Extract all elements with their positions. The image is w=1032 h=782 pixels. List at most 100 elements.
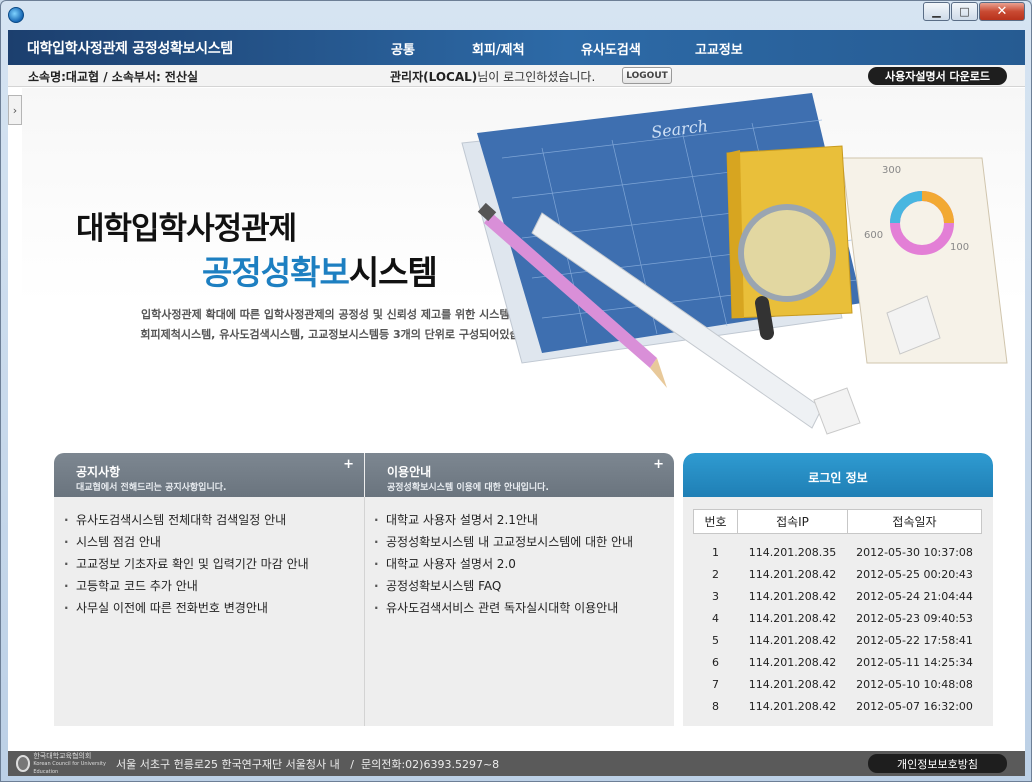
login-message-text: 님이 로그인하셨습니다. bbox=[477, 70, 596, 84]
hero-banner: 대학입학사정관제 공정성확보시스템 입학사정관제 확대에 따른 입학사정관제의 … bbox=[22, 88, 1025, 448]
kcue-logo: 한국대학교육협의회 Korean Council for University E… bbox=[16, 751, 112, 775]
manual-download-button[interactable]: 사용자설명서 다운로드 bbox=[868, 67, 1007, 85]
table-row: 3 114.201.208.42 2012-05-24 21:04:44 bbox=[694, 586, 982, 608]
address-text: 서울 서초구 헌릉로25 한국연구재단 서울청사 내 bbox=[116, 758, 340, 771]
department-info: 소속명:대교협 / 소속부서: 전산실 bbox=[28, 70, 199, 84]
browser-window: ▁ □ ✕ 대학입학사정관제 공정성확보시스템 공통 회피/제척 유사도검색 고… bbox=[0, 0, 1032, 782]
cell-date: 2012-05-30 10:37:08 bbox=[856, 546, 973, 559]
cell-no: 7 bbox=[712, 678, 719, 691]
kcue-seal-icon bbox=[16, 755, 31, 772]
hero-illustration: Search 300 600 100 bbox=[461, 93, 1008, 435]
notice-title[interactable]: 공지사항 bbox=[76, 463, 120, 480]
footer-address: 서울 서초구 헌릉로25 한국연구재단 서울청사 내 / 문의전화:02)639… bbox=[116, 756, 499, 772]
notice-item[interactable]: 고교정보 기초자료 확인 및 입력기간 마감 안내 bbox=[64, 553, 309, 575]
table-row: 2 114.201.208.42 2012-05-25 00:20:43 bbox=[694, 564, 982, 586]
close-button[interactable]: ✕ bbox=[979, 2, 1025, 21]
cell-date: 2012-05-24 21:04:44 bbox=[856, 590, 973, 603]
guide-list: 대학교 사용자 설명서 2.1안내 공정성확보시스템 내 고교정보시스템에 대한… bbox=[374, 509, 633, 619]
table-header-row: 번호 접속IP 접속일자 bbox=[693, 509, 982, 534]
guide-item[interactable]: 공정성확보시스템 FAQ bbox=[374, 575, 633, 597]
window-titlebar: ▁ □ ✕ bbox=[1, 1, 1031, 29]
cell-no: 2 bbox=[712, 568, 719, 581]
col-date: 접속일자 bbox=[847, 509, 982, 534]
hero-title-accent: 공정성확보 bbox=[202, 253, 350, 292]
minimize-button[interactable]: ▁ bbox=[923, 2, 950, 21]
logout-button[interactable]: LOGOUT bbox=[622, 67, 672, 84]
login-info-title: 로그인 정보 bbox=[808, 471, 868, 485]
chart-label-600: 600 bbox=[864, 230, 883, 241]
user-info-bar: 소속명:대교협 / 소속부서: 전산실 관리자(LOCAL)님이 로그인하셨습니… bbox=[8, 65, 1025, 87]
notice-header: 공지사항 대교협에서 전해드리는 공지사항입니다. + bbox=[54, 453, 364, 497]
table-row: 1 114.201.208.35 2012-05-30 10:37:08 bbox=[694, 542, 982, 564]
window-controls: ▁ □ ✕ bbox=[922, 2, 1025, 21]
cell-ip: 114.201.208.42 bbox=[748, 590, 837, 603]
cell-ip: 114.201.208.42 bbox=[748, 700, 837, 713]
notice-item[interactable]: 사무실 이전에 따른 전화번호 변경안내 bbox=[64, 597, 309, 619]
footer-separator: / bbox=[350, 758, 354, 771]
cell-ip: 114.201.208.42 bbox=[748, 568, 837, 581]
table-row: 4 114.201.208.42 2012-05-23 09:40:53 bbox=[694, 608, 982, 630]
guide-item[interactable]: 대학교 사용자 설명서 2.0 bbox=[374, 553, 633, 575]
hero-title-line1: 대학입학사정관제 bbox=[76, 211, 297, 247]
cell-date: 2012-05-23 09:40:53 bbox=[856, 612, 973, 625]
notice-list: 유사도검색시스템 전체대학 검색일정 안내 시스템 점검 안내 고교정보 기초자… bbox=[64, 509, 309, 619]
guide-title[interactable]: 이용안내 bbox=[387, 463, 431, 480]
cell-no: 6 bbox=[712, 656, 719, 669]
cell-ip: 114.201.208.35 bbox=[748, 546, 837, 559]
cell-date: 2012-05-25 00:20:43 bbox=[856, 568, 973, 581]
kcue-logo-text: 한국대학교육협의회 Korean Council for University E… bbox=[33, 751, 106, 775]
cell-ip: 114.201.208.42 bbox=[748, 634, 837, 647]
table-row: 8 114.201.208.42 2012-05-07 16:32:00 bbox=[694, 696, 982, 718]
cell-no: 5 bbox=[712, 634, 719, 647]
cell-no: 3 bbox=[712, 590, 719, 603]
table-row: 6 114.201.208.42 2012-05-11 14:25:34 bbox=[694, 652, 982, 674]
col-no: 번호 bbox=[693, 509, 738, 534]
notice-item[interactable]: 고등학교 코드 추가 안내 bbox=[64, 575, 309, 597]
menu-highschool-info[interactable]: 고교정보 bbox=[695, 39, 743, 58]
login-info-header: 로그인 정보 bbox=[683, 453, 993, 497]
login-message: 관리자(LOCAL)님이 로그인하셨습니다. bbox=[390, 68, 595, 85]
notice-item[interactable]: 유사도검색시스템 전체대학 검색일정 안내 bbox=[64, 509, 309, 531]
menu-similarity-search[interactable]: 유사도검색 bbox=[581, 39, 641, 58]
notice-item[interactable]: 시스템 점검 안내 bbox=[64, 531, 309, 553]
site-brand[interactable]: 대학입학사정관제 공정성확보시스템 bbox=[27, 38, 233, 58]
cell-no: 4 bbox=[712, 612, 719, 625]
guide-more-icon[interactable]: + bbox=[653, 457, 664, 472]
notice-more-icon[interactable]: + bbox=[343, 457, 354, 472]
guide-item[interactable]: 대학교 사용자 설명서 2.1안내 bbox=[374, 509, 633, 531]
top-navigation: 대학입학사정관제 공정성확보시스템 공통 회피/제척 유사도검색 고교정보 bbox=[8, 30, 1025, 65]
maximize-button[interactable]: □ bbox=[951, 2, 978, 21]
login-user: 관리자(LOCAL) bbox=[390, 70, 478, 84]
cell-date: 2012-05-11 14:25:34 bbox=[856, 656, 973, 669]
cell-date: 2012-05-10 10:48:08 bbox=[856, 678, 973, 691]
cell-ip: 114.201.208.42 bbox=[748, 678, 837, 691]
cell-ip: 114.201.208.42 bbox=[748, 656, 837, 669]
privacy-policy-button[interactable]: 개인정보보호방침 bbox=[868, 754, 1007, 773]
cell-ip: 114.201.208.42 bbox=[748, 612, 837, 625]
login-info-panel: 로그인 정보 번호 접속IP 접속일자 1 114.201.208.35 2012-… bbox=[683, 453, 993, 726]
table-row: 5 114.201.208.42 2012-05-22 17:58:41 bbox=[694, 630, 982, 652]
cell-date: 2012-05-22 17:58:41 bbox=[856, 634, 973, 647]
guide-subtitle: 공정성확보시스템 이용에 대한 안내입니다. bbox=[387, 483, 549, 493]
ie-globe-icon bbox=[8, 7, 24, 23]
panel-divider bbox=[364, 497, 365, 726]
guide-item[interactable]: 공정성확보시스템 내 고교정보시스템에 대한 안내 bbox=[374, 531, 633, 553]
menu-avoidance[interactable]: 회피/제척 bbox=[472, 39, 525, 58]
page-content: 대학입학사정관제 공정성확보시스템 공통 회피/제척 유사도검색 고교정보 소속… bbox=[8, 30, 1025, 776]
menu-common[interactable]: 공통 bbox=[391, 39, 415, 58]
chart-label-100: 100 bbox=[950, 242, 969, 253]
site-footer: 한국대학교육협의회 Korean Council for University E… bbox=[8, 751, 1025, 776]
login-history-table: 번호 접속IP 접속일자 1 114.201.208.35 2012-05-30 1… bbox=[693, 509, 982, 718]
notice-subtitle: 대교협에서 전해드리는 공지사항입니다. bbox=[76, 483, 227, 493]
phone-text: 문의전화:02)6393.5297~8 bbox=[360, 758, 500, 771]
guide-header: 이용안내 공정성확보시스템 이용에 대한 안내입니다. + bbox=[365, 453, 674, 497]
chart-label-300: 300 bbox=[882, 165, 901, 176]
cell-no: 8 bbox=[712, 700, 719, 713]
guide-item[interactable]: 유사도검색서비스 관련 독자실시대학 이용안내 bbox=[374, 597, 633, 619]
sidebar-toggle-button[interactable]: › bbox=[8, 95, 22, 125]
board-panel: 공지사항 대교협에서 전해드리는 공지사항입니다. + 이용안내 공정성확보시스… bbox=[54, 453, 674, 726]
cell-no: 1 bbox=[712, 546, 719, 559]
table-row: 7 114.201.208.42 2012-05-10 10:48:08 bbox=[694, 674, 982, 696]
col-ip: 접속IP bbox=[737, 509, 848, 534]
hero-title-line2: 공정성확보시스템 bbox=[202, 246, 438, 294]
